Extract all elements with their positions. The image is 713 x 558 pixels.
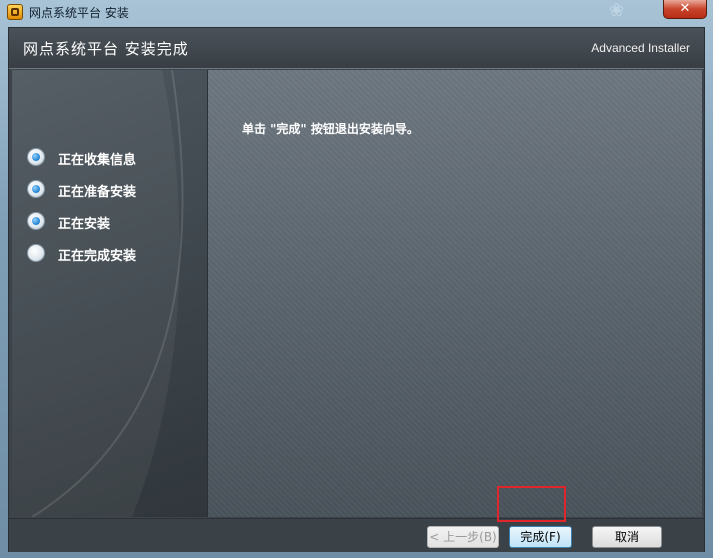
step-label: 正在收集信息 [58, 153, 137, 168]
sidebar: 正在收集信息 正在准备安装 正在安装 正在完成安装 [12, 70, 208, 517]
background-decoration-icon: ❀ [609, 0, 625, 21]
step-done-icon [27, 180, 45, 198]
button-bar: < 上一步(B) 完成(F) 取消 [9, 518, 704, 552]
sidebar-swoosh-decoration [12, 70, 184, 517]
dialog-body: 网点系统平台 安装完成 Advanced Installer 正在收集信息 正在… [8, 27, 705, 552]
close-button[interactable]: ✕ [663, 0, 707, 19]
brand-label: Advanced Installer [591, 41, 690, 55]
app-icon [7, 4, 23, 20]
dialog-header: 网点系统平台 安装完成 Advanced Installer [9, 28, 704, 69]
finish-message: 单击 "完成" 按钮退出安装向导。 [242, 122, 419, 136]
title-bar[interactable]: 网点系统平台 安装 ❀ ✕ [0, 0, 713, 26]
page-title: 网点系统平台 安装完成 [23, 40, 189, 58]
step-pending-icon [27, 244, 45, 262]
back-button[interactable]: < 上一步(B) [427, 526, 499, 548]
window-title: 网点系统平台 安装 [29, 6, 129, 20]
step-done-icon [27, 148, 45, 166]
step-label: 正在完成安装 [58, 249, 137, 264]
finish-button[interactable]: 完成(F) [509, 526, 572, 548]
installer-window: 网点系统平台 安装 ❀ ✕ 网点系统平台 安装完成 Advanced Insta… [0, 0, 713, 558]
step-done-icon [27, 212, 45, 230]
main-content: 单击 "完成" 按钮退出安装向导。 [208, 70, 702, 517]
step-label: 正在安装 [58, 217, 111, 232]
cancel-button[interactable]: 取消 [592, 526, 662, 548]
step-label: 正在准备安装 [58, 185, 137, 200]
finish-button-highlight [497, 486, 566, 522]
